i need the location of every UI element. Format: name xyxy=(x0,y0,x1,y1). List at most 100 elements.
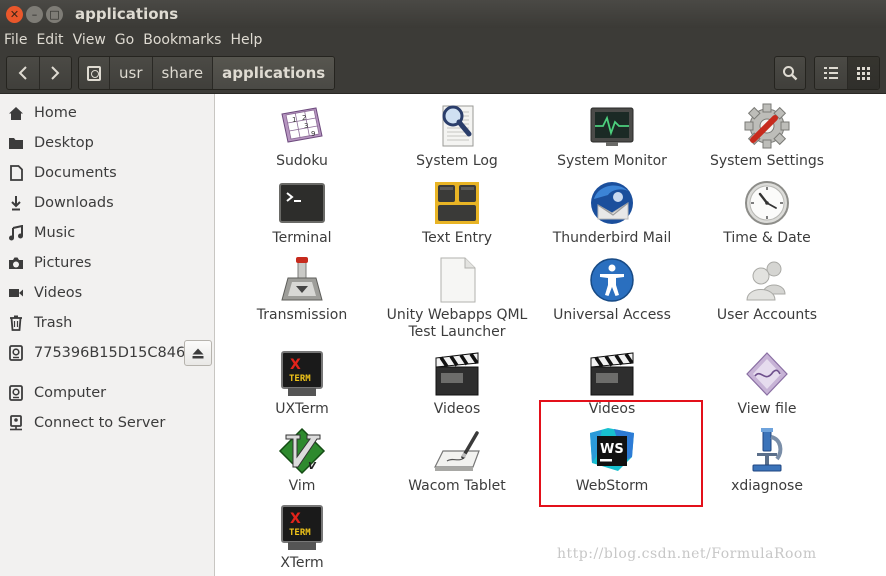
path-root-button[interactable] xyxy=(79,57,109,89)
file-item-vim[interactable]: V Vim xyxy=(227,427,377,495)
sidebar-item-home[interactable]: Home xyxy=(0,98,214,128)
back-button[interactable] xyxy=(7,57,39,89)
file-item-sudoku[interactable]: 1 2 3 9 Sudoku xyxy=(227,102,377,170)
system-log-icon xyxy=(442,105,474,147)
file-item-wacom-tablet[interactable]: Wacom Tablet xyxy=(382,427,532,495)
file-label: Time & Date xyxy=(723,230,811,246)
server-icon xyxy=(8,415,24,431)
forward-button[interactable] xyxy=(38,57,72,89)
sidebar-item-desktop[interactable]: Desktop xyxy=(0,128,214,158)
file-label: UXTerm xyxy=(275,401,329,417)
file-item-view-file[interactable]: View file xyxy=(692,350,842,418)
path-segment-applications[interactable]: applications xyxy=(212,57,335,89)
sidebar-item-computer[interactable]: Computer xyxy=(0,378,214,408)
sidebar-item-trash[interactable]: Trash xyxy=(0,308,214,338)
computer-icon xyxy=(8,385,24,401)
list-view-button[interactable] xyxy=(815,57,847,89)
file-item-time-date[interactable]: Time & Date xyxy=(692,179,842,247)
file-item-system-settings[interactable]: System Settings xyxy=(692,102,842,170)
drive-icon xyxy=(87,65,101,81)
minimize-icon[interactable]: – xyxy=(26,5,43,23)
xterm-icon: X TERM xyxy=(281,351,323,396)
view-switcher xyxy=(814,56,880,90)
close-icon[interactable]: ✕ xyxy=(6,5,23,23)
terminal-icon xyxy=(279,183,325,223)
window-controls: ✕ – □ xyxy=(6,5,63,23)
sidebar-item-connect-to-server[interactable]: Connect to Server xyxy=(0,408,214,438)
svg-text:V: V xyxy=(308,461,317,472)
vim-icon: V xyxy=(278,427,326,475)
sidebar-item-documents[interactable]: Documents xyxy=(0,158,214,188)
path-segment-usr[interactable]: usr xyxy=(109,57,152,89)
microscope-icon xyxy=(752,428,783,472)
file-label: Sudoku xyxy=(276,153,328,169)
file-item-system-monitor[interactable]: System Monitor xyxy=(537,102,687,170)
file-label: User Accounts xyxy=(716,307,818,323)
menu-bookmarks[interactable]: Bookmarks xyxy=(138,32,226,48)
file-item-user-accounts[interactable]: User Accounts xyxy=(692,256,842,324)
svg-text:TERM: TERM xyxy=(289,374,311,384)
webstorm-icon: WS xyxy=(590,428,634,471)
sidebar-item-label: Music xyxy=(34,225,76,241)
clock-icon xyxy=(745,181,789,225)
eject-icon xyxy=(192,348,204,358)
file-label: Videos xyxy=(433,401,481,417)
sidebar-item-label: Videos xyxy=(34,285,83,301)
file-item-unity-webapps[interactable]: Unity Webapps QML Test Launcher xyxy=(382,256,532,341)
download-icon xyxy=(8,195,24,211)
menu-edit[interactable]: Edit xyxy=(31,32,68,48)
file-item-universal-access[interactable]: Universal Access xyxy=(537,256,687,324)
file-item-system-log[interactable]: System Log xyxy=(382,102,532,170)
menu-go[interactable]: Go xyxy=(110,32,139,48)
chevron-left-icon xyxy=(18,66,27,80)
sudoku-icon: 1 2 3 9 xyxy=(281,107,323,143)
file-item-xdiagnose[interactable]: xdiagnose xyxy=(692,427,842,495)
file-label: System Settings xyxy=(709,153,825,169)
sidebar-item-label: Desktop xyxy=(34,135,94,151)
eject-button[interactable] xyxy=(184,340,212,366)
sidebar-item-downloads[interactable]: Downloads xyxy=(0,188,214,218)
sidebar-item-drive[interactable]: 775396B15D15C846 xyxy=(0,338,214,368)
svg-text:WS: WS xyxy=(600,442,624,457)
grid-view-icon xyxy=(856,66,870,80)
chevron-right-icon xyxy=(51,66,60,80)
sidebar-item-label: Downloads xyxy=(34,195,114,211)
navigation-buttons xyxy=(6,56,72,90)
file-item-transmission[interactable]: Transmission xyxy=(227,256,377,324)
menu-help[interactable]: Help xyxy=(225,32,267,48)
grid-view-button[interactable] xyxy=(846,57,879,89)
sidebar-item-label: Connect to Server xyxy=(34,415,166,431)
file-item-xterm[interactable]: X TERM XTerm xyxy=(227,504,377,572)
file-label: View file xyxy=(737,401,797,417)
sidebar: Home Desktop Documents Downloads Music P… xyxy=(0,94,215,576)
sidebar-item-label: Computer xyxy=(34,385,107,401)
search-button[interactable] xyxy=(774,56,806,90)
file-label: Universal Access xyxy=(553,307,671,323)
file-item-webstorm[interactable]: WS WebStorm xyxy=(537,427,687,495)
file-item-thunderbird-mail[interactable]: Thunderbird Mail xyxy=(537,179,687,247)
svg-text:3: 3 xyxy=(304,122,308,130)
maximize-icon[interactable]: □ xyxy=(46,5,63,23)
clapperboard-icon xyxy=(435,352,479,396)
file-item-videos[interactable]: Videos xyxy=(382,350,532,418)
file-item-text-entry[interactable]: Text Entry xyxy=(382,179,532,247)
file-label: XTerm xyxy=(280,555,324,571)
sidebar-item-label: 775396B15D15C846 xyxy=(34,345,186,361)
svg-text:TERM: TERM xyxy=(289,528,311,538)
sidebar-item-music[interactable]: Music xyxy=(0,218,214,248)
camera-icon xyxy=(8,255,24,271)
file-item-terminal[interactable]: Terminal xyxy=(227,179,377,247)
path-bar: usr share applications xyxy=(78,56,336,90)
menu-view[interactable]: View xyxy=(68,32,111,48)
sidebar-item-label: Documents xyxy=(34,165,117,181)
sidebar-item-videos[interactable]: Videos xyxy=(0,278,214,308)
sidebar-item-label: Trash xyxy=(34,315,73,331)
path-segment-share[interactable]: share xyxy=(151,57,213,89)
list-view-icon xyxy=(823,67,838,79)
sidebar-item-pictures[interactable]: Pictures xyxy=(0,248,214,278)
file-item-uxterm[interactable]: X TERM UXTerm xyxy=(227,350,377,418)
search-icon xyxy=(783,66,798,81)
file-item-videos[interactable]: Videos xyxy=(537,350,687,418)
svg-text:1: 1 xyxy=(292,116,296,124)
menu-file[interactable]: File xyxy=(0,32,32,48)
